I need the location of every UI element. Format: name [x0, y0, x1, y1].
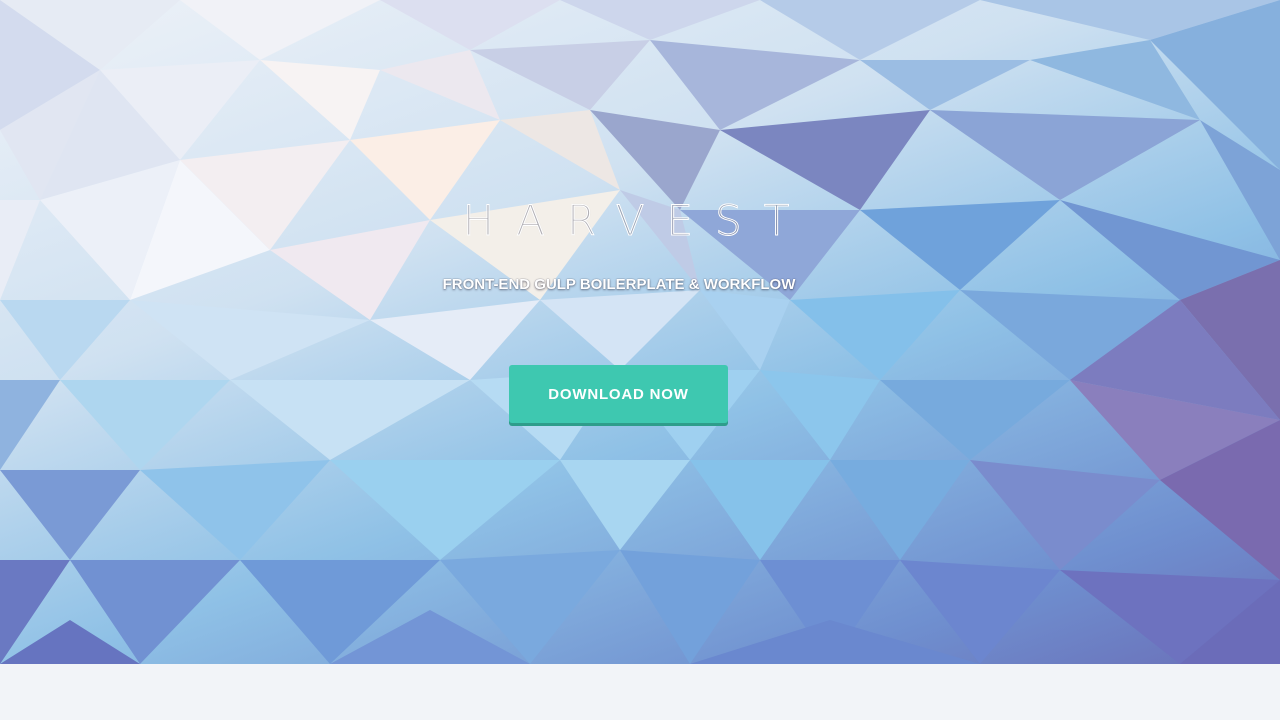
harvest-logo: HARVEST: [462, 196, 812, 246]
hero-content: HARVEST FRONT-END GULP BOILERPLATE & WOR…: [0, 0, 1280, 664]
below-hero-section: [0, 664, 1280, 720]
download-now-button[interactable]: DOWNLOAD NOW: [509, 365, 728, 423]
hero-section: HARVEST FRONT-END GULP BOILERPLATE & WOR…: [0, 0, 1280, 664]
hero-tagline: FRONT-END GULP BOILERPLATE & WORKFLOW: [442, 276, 796, 293]
